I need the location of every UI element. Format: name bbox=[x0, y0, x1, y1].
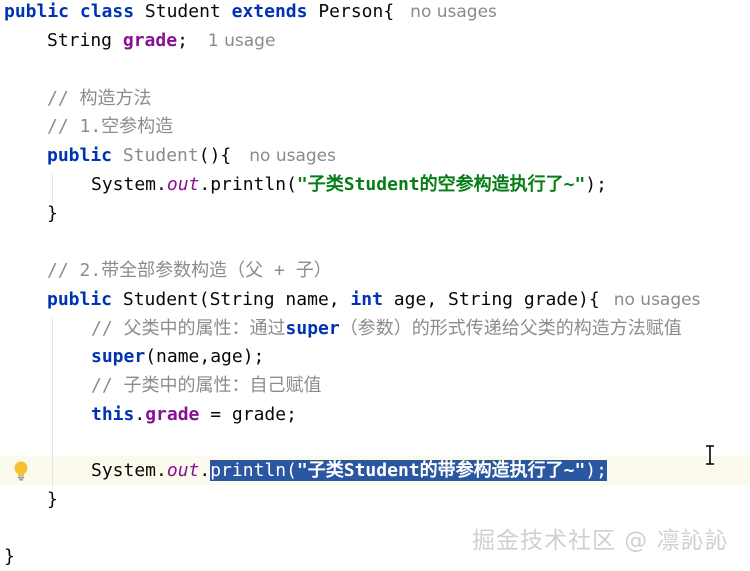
string-literal: "子类Student的空参构造执行了~" bbox=[296, 174, 586, 195]
comment-text: // 子类中的属性：自己赋值 bbox=[91, 375, 322, 396]
constructor-signature-rest: age, String grade){ bbox=[382, 289, 600, 310]
close-brace: } bbox=[47, 489, 58, 510]
constructor-signature: Student(String name, bbox=[122, 289, 351, 310]
code-line-constructor-full[interactable]: public Student(String name, int age, Str… bbox=[47, 285, 700, 314]
static-out: out bbox=[166, 174, 200, 195]
usage-hint[interactable]: no usages bbox=[410, 2, 497, 22]
system-ref: System. bbox=[91, 460, 167, 481]
comment-keyword-super: super bbox=[285, 318, 340, 339]
println-call: println( bbox=[210, 460, 297, 481]
semicolon: ; bbox=[177, 30, 188, 51]
close-brace: } bbox=[47, 203, 58, 224]
code-line-println-selected[interactable]: System.out.println("子类Student的带参构造执行了~")… bbox=[91, 456, 607, 485]
comment-text: // 父类中的属性：通过 bbox=[91, 318, 286, 339]
comment-text: // 2.带全部参数构造（父 + 子） bbox=[47, 260, 332, 281]
code-line-comment[interactable]: // 1.空参构造 bbox=[47, 112, 173, 141]
constructor-params: (){ bbox=[198, 145, 232, 166]
field-grade: grade bbox=[122, 30, 178, 51]
keyword-super: super bbox=[91, 346, 146, 367]
assignment-rest: = grade; bbox=[199, 404, 297, 425]
field-grade: grade bbox=[145, 404, 200, 425]
code-line-comment[interactable]: // 2.带全部参数构造（父 + 子） bbox=[47, 256, 332, 285]
code-line-constructor-empty[interactable]: public Student(){ no usages bbox=[47, 141, 336, 170]
indent-guide bbox=[52, 317, 53, 487]
super-args: (name,age); bbox=[145, 346, 265, 367]
type-string: String bbox=[47, 30, 113, 51]
text-selection[interactable]: println("子类Student的带参构造执行了~"); bbox=[210, 460, 607, 481]
dot: . bbox=[199, 460, 211, 481]
keyword-class: class bbox=[79, 1, 135, 22]
parent-class: Person{ bbox=[318, 1, 395, 22]
constructor-name: Student bbox=[122, 145, 199, 166]
keyword-public: public bbox=[47, 289, 113, 310]
usage-hint[interactable]: no usages bbox=[249, 146, 336, 166]
dot: . bbox=[134, 404, 146, 425]
statement-end: ); bbox=[585, 460, 607, 481]
code-line-class-close[interactable]: } bbox=[4, 542, 15, 571]
comment-text: // 1.空参构造 bbox=[47, 116, 174, 137]
code-line-close-brace[interactable]: } bbox=[47, 485, 58, 514]
code-line-class-declaration[interactable]: public class Student extends Person{ no u… bbox=[4, 0, 497, 26]
usage-hint[interactable]: no usages bbox=[614, 290, 701, 310]
code-line-comment[interactable]: // 父类中的属性：通过super（参数）的形式传递给父类的构造方法赋值 bbox=[91, 314, 682, 343]
code-editor[interactable]: public class Student extends Person{ no u… bbox=[0, 0, 750, 571]
keyword-extends: extends bbox=[231, 1, 308, 22]
code-line-comment[interactable]: // 构造方法 bbox=[47, 84, 152, 113]
class-name: Student bbox=[144, 1, 221, 22]
comment-text: （参数）的形式传递给父类的构造方法赋值 bbox=[339, 318, 682, 339]
class-close-brace: } bbox=[4, 546, 15, 567]
text-cursor-icon bbox=[706, 444, 714, 466]
keyword-int: int bbox=[350, 289, 383, 310]
keyword-public: public bbox=[47, 145, 113, 166]
println-call: .println( bbox=[199, 174, 297, 195]
code-line-assignment[interactable]: this.grade = grade; bbox=[91, 400, 297, 429]
keyword-this: this bbox=[91, 404, 135, 425]
code-line-println[interactable]: System.out.println("子类Student的空参构造执行了~")… bbox=[91, 170, 607, 199]
system-ref: System. bbox=[91, 174, 167, 195]
watermark: 掘金技术社区 @ 凛訫訫 bbox=[472, 528, 729, 554]
usage-hint[interactable]: 1 usage bbox=[208, 31, 276, 51]
code-line-field[interactable]: String grade; 1 usage bbox=[47, 26, 275, 55]
lightbulb-icon[interactable] bbox=[12, 460, 30, 482]
code-line-close-brace[interactable]: } bbox=[47, 199, 58, 228]
static-out: out bbox=[166, 460, 200, 481]
keyword-public: public bbox=[4, 1, 70, 22]
indent-guide bbox=[52, 174, 53, 202]
comment-text: // 构造方法 bbox=[47, 88, 152, 109]
code-line-comment[interactable]: // 子类中的属性：自己赋值 bbox=[91, 371, 322, 400]
code-line-super-call[interactable]: super(name,age); bbox=[91, 342, 264, 371]
string-literal: "子类Student的带参构造执行了~" bbox=[296, 460, 586, 481]
statement-end: ); bbox=[585, 174, 607, 195]
